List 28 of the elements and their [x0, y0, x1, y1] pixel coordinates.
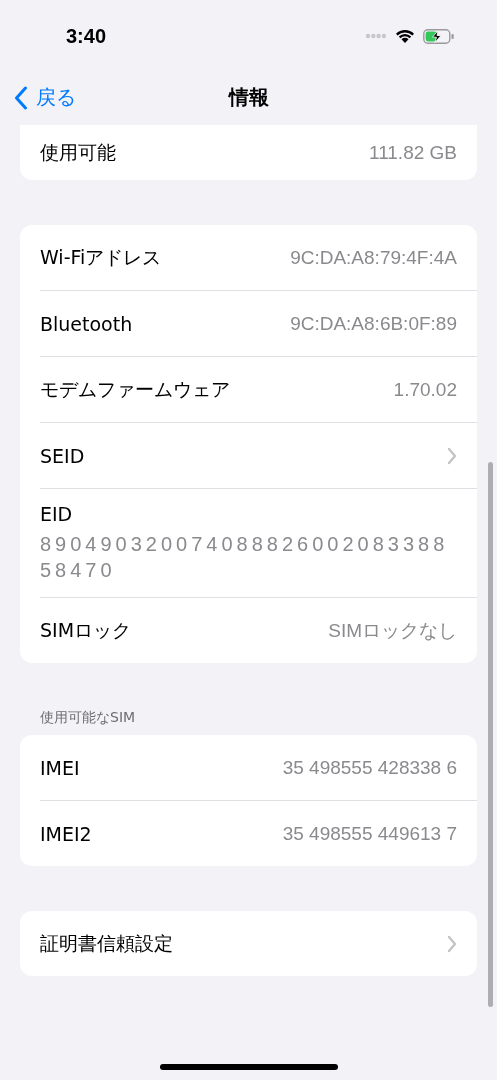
row-label: IMEI2	[40, 822, 92, 845]
status-time: 3:40	[66, 24, 107, 48]
row-value: SIMロックなし	[328, 618, 457, 643]
settings-row[interactable]: 証明書信頼設定	[20, 911, 477, 976]
chevron-left-icon	[14, 85, 28, 110]
row-value: 35 498555 449613 7	[282, 822, 457, 845]
row-value: 111.82 GB	[368, 141, 457, 164]
page-title: 情報	[228, 83, 269, 111]
wifi-icon	[395, 28, 415, 44]
row-label: モデムファームウェア	[40, 376, 230, 402]
row-value: 9C:DA:A8:6B:0F:89	[290, 312, 457, 335]
row-value: 1.70.02	[393, 378, 457, 401]
row-value: 89049032007408882600208338858470	[40, 532, 450, 583]
row-value: 9C:DA:A8:79:4F:4A	[290, 246, 457, 269]
section-header: 使用可能なSIM	[40, 709, 137, 727]
row-label: Bluetooth	[40, 312, 133, 335]
row-label: 使用可能	[40, 139, 116, 165]
row-value: 35 498555 428338 6	[282, 756, 457, 779]
back-button[interactable]: 戻る	[10, 80, 80, 115]
battery-charging-icon	[423, 28, 455, 44]
chevron-right-icon	[447, 446, 457, 465]
settings-row[interactable]: SEID	[20, 423, 477, 488]
row-label: SIMロック	[40, 617, 132, 643]
chevron-right-icon	[447, 934, 457, 953]
row-label: EID	[40, 503, 73, 525]
row-label: Wi-Fiアドレス	[40, 244, 162, 270]
signal-icon	[365, 33, 387, 39]
row-label: IMEI	[40, 756, 80, 779]
